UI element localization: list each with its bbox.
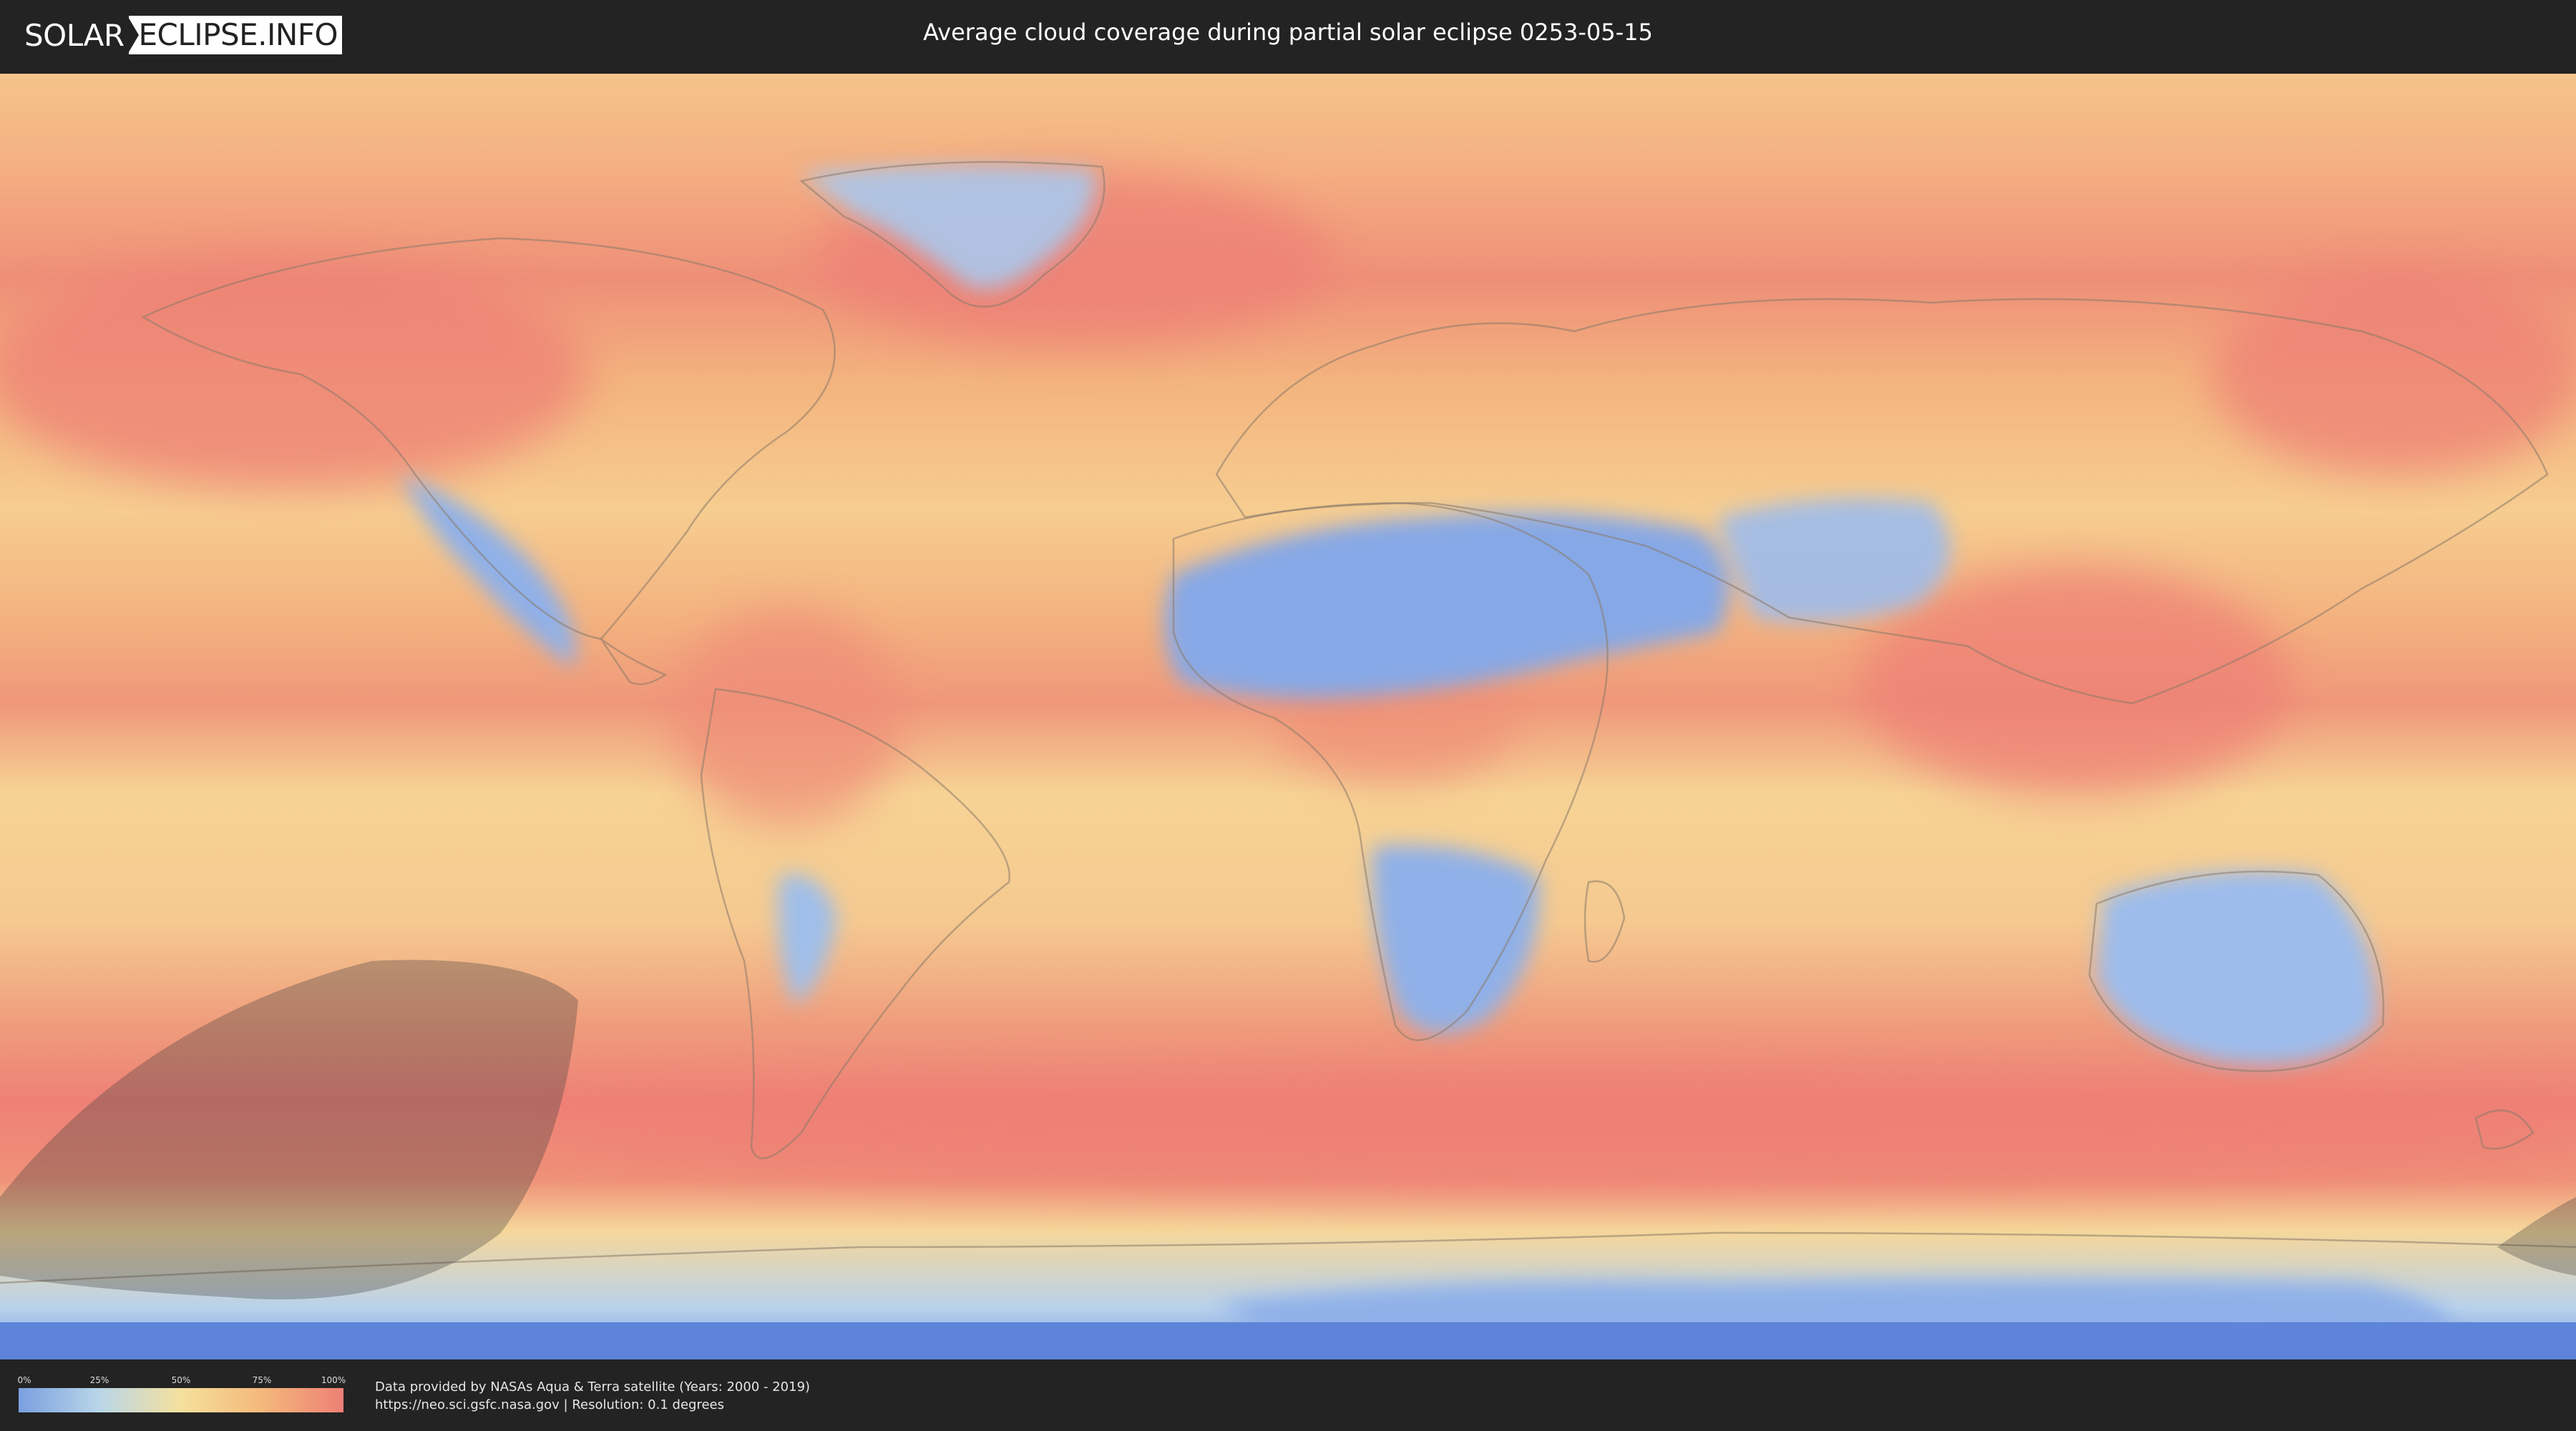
footer-bar: 0% 25% 50% 75% 100% Data provided by NAS… [0, 1359, 2576, 1431]
antarctic-band [0, 1322, 2576, 1359]
header-bar: SOLAR ECLIPSE.INFO Average cloud coverag… [0, 0, 2576, 72]
cloud-coverage-legend: 0% 25% 50% 75% 100% [17, 1375, 346, 1415]
legend-tick-75: 75% [252, 1375, 272, 1385]
page-title: Average cloud coverage during partial so… [923, 19, 1653, 46]
credits-line-2[interactable]: https://neo.sci.gsfc.nasa.gov | Resoluti… [375, 1396, 810, 1414]
legend-tick-100: 100% [321, 1375, 346, 1385]
legend-tick-25: 25% [89, 1375, 109, 1385]
legend-tick-0: 0% [17, 1375, 31, 1385]
legend-tick-50: 50% [171, 1375, 191, 1385]
data-credits: Data provided by NASAs Aqua & Terra sate… [375, 1378, 810, 1414]
cloud-coverage-map[interactable] [0, 74, 2576, 1359]
world-map-svg [0, 74, 2576, 1359]
legend-color-bar [19, 1388, 343, 1412]
credits-line-1: Data provided by NASAs Aqua & Terra sate… [375, 1379, 811, 1395]
